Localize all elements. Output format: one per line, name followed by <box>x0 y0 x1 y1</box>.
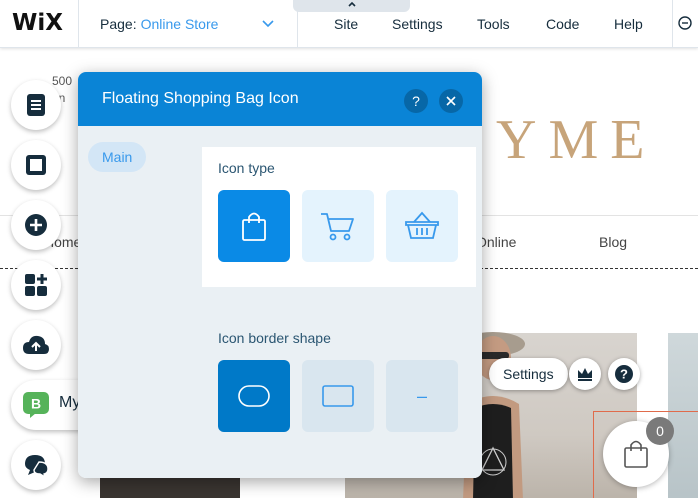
upload-media-button[interactable] <box>11 320 61 370</box>
chevron-down-icon <box>262 20 274 28</box>
page-selector-value: Online Store <box>140 16 219 32</box>
upgrade-button[interactable] <box>569 358 601 390</box>
site-nav-blog[interactable]: Blog <box>599 234 627 250</box>
chat-button[interactable] <box>11 440 61 490</box>
pages-icon <box>27 94 45 116</box>
site-nav-online[interactable]: Online <box>476 234 516 250</box>
menu-tools[interactable]: Tools <box>477 0 510 48</box>
apps-grid-icon <box>25 274 47 296</box>
element-settings-button[interactable]: Settings <box>489 358 568 390</box>
chat-bubbles-icon <box>25 455 49 477</box>
pages-menu-button[interactable] <box>11 80 61 130</box>
dialog-close-button[interactable] <box>439 89 463 113</box>
bag-icon <box>242 212 266 241</box>
cart-icon <box>321 213 354 241</box>
zoom-out-icon <box>677 16 692 30</box>
background-button[interactable] <box>11 140 61 190</box>
business-badge-icon: B <box>23 392 49 418</box>
dialog-help-button[interactable]: ? <box>404 89 428 113</box>
wix-logo: WiX <box>12 10 63 36</box>
site-header-text-line1: 500 <box>52 74 73 88</box>
menu-help[interactable]: Help <box>614 0 643 48</box>
shopping-bag-icon <box>624 440 648 468</box>
icon-type-bag-option[interactable] <box>218 190 290 262</box>
menu-code[interactable]: Code <box>546 0 579 48</box>
icon-type-cart-option[interactable] <box>302 190 374 262</box>
help-circle-icon: ? <box>615 365 633 383</box>
zoom-out-button[interactable] <box>672 0 698 48</box>
basket-icon <box>405 211 439 239</box>
close-icon <box>446 96 456 106</box>
background-icon <box>26 155 46 175</box>
page-selector-label: Page: <box>100 16 137 32</box>
page-selector[interactable]: Page: Online Store <box>78 0 298 48</box>
square-shape-icon <box>322 385 354 407</box>
dialog-header: Floating Shopping Bag Icon ? <box>78 72 482 126</box>
tab-main[interactable]: Main <box>88 142 147 172</box>
element-help-button[interactable]: ? <box>608 358 640 390</box>
svg-text:?: ? <box>620 367 628 382</box>
icon-border-shape-label: Icon border shape <box>218 330 331 346</box>
border-shape-none-option[interactable]: – <box>386 360 458 432</box>
icon-type-basket-option[interactable] <box>386 190 458 262</box>
add-apps-button[interactable] <box>11 260 61 310</box>
icon-type-label: Icon type <box>218 160 275 176</box>
dialog-title: Floating Shopping Bag Icon <box>102 90 299 107</box>
floating-bag-settings-dialog: Floating Shopping Bag Icon ? Main Icon t… <box>78 72 482 478</box>
site-brand: YME <box>496 109 657 171</box>
border-shape-rounded-option[interactable] <box>218 360 290 432</box>
chevron-up-icon <box>347 1 356 7</box>
cloud-upload-icon <box>23 335 49 354</box>
border-shape-square-option[interactable] <box>302 360 374 432</box>
collapse-topbar-tab[interactable] <box>293 0 410 12</box>
crown-icon <box>578 368 592 381</box>
rounded-shape-icon <box>238 385 270 407</box>
cart-count-badge: 0 <box>646 417 674 445</box>
my-business-badge: B <box>11 380 61 430</box>
dialog-body: Icon type Icon border shape – <box>193 126 482 478</box>
plus-circle-icon <box>25 214 47 236</box>
add-elements-button[interactable] <box>11 200 61 250</box>
dialog-sidebar: Main <box>78 126 193 478</box>
business-badge-letter: B <box>31 396 41 412</box>
